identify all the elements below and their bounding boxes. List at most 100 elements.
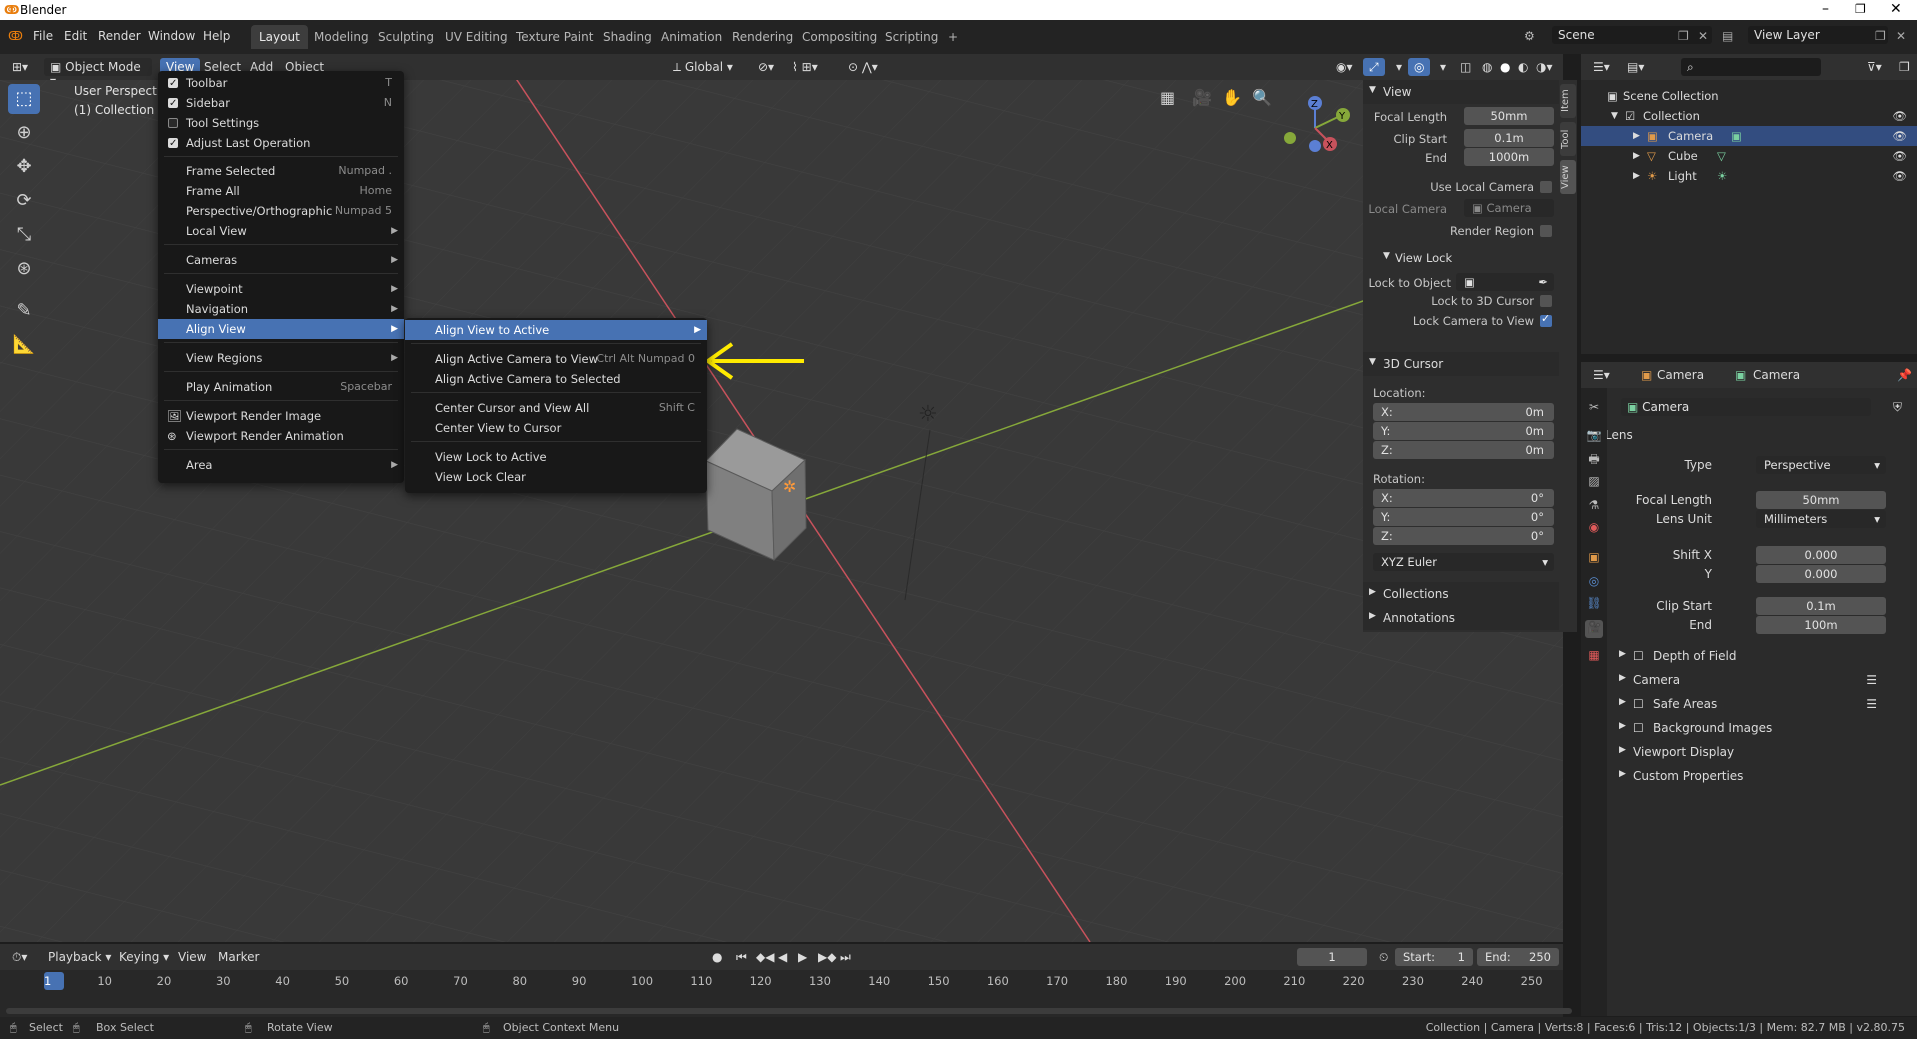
gizmo-dropdown-icon[interactable]: ▾ [1390, 58, 1408, 76]
zoom-view-icon[interactable]: 🔍 [1252, 88, 1272, 107]
snap-icon[interactable]: ⌇ ⊞▾ [786, 58, 824, 76]
sidebar-checkbox[interactable] [168, 94, 178, 114]
cursor-loc-z-field[interactable]: Z: 0m [1373, 441, 1554, 459]
proportional-icon[interactable]: ⊙ ⋀▾ [842, 58, 884, 76]
menu-file[interactable]: File [33, 29, 53, 43]
lock-camera-checkbox[interactable] [1540, 312, 1552, 327]
measure-tool[interactable]: 📐 [8, 330, 40, 360]
editor-type-icon[interactable]: ⏱▾ [6, 948, 33, 966]
tab-view[interactable]: View [1560, 160, 1576, 194]
jump-end-icon[interactable]: ⏭ [834, 948, 857, 966]
menu-item-align-view[interactable]: Align View ▶ [158, 319, 404, 339]
menu-window[interactable]: Window [148, 29, 195, 43]
tab-layout[interactable]: Layout [251, 25, 308, 49]
cursor-loc-x-field[interactable]: X: 0m [1373, 403, 1554, 421]
frame-end-field[interactable]: End: 250 [1477, 948, 1559, 966]
rendered-shading-icon[interactable]: ◑▾ [1530, 58, 1559, 76]
navigation-gizmo[interactable]: Z Y X [1270, 88, 1370, 168]
annotations-panel-header[interactable]: ▶ Annotations [1363, 606, 1559, 630]
editor-type-icon[interactable]: ☰▾ [1587, 58, 1616, 76]
maximize-button[interactable]: ❐ [1855, 2, 1866, 16]
menu-item-viewpoint[interactable]: Viewpoint ▶ [158, 279, 404, 299]
lock-to-object-field[interactable]: ▣ ✒ [1456, 273, 1554, 291]
breadcrumb-data[interactable]: Camera [1747, 366, 1806, 384]
overlay-dropdown-icon[interactable]: ▾ [1434, 58, 1452, 76]
camera-view-icon[interactable]: 🎥 [1192, 88, 1212, 107]
play-reverse-icon[interactable]: ◀ [772, 948, 793, 966]
clip-start-field[interactable]: 0.1m [1464, 129, 1554, 147]
record-icon[interactable]: ● [706, 948, 728, 966]
viewport-display-panel-header[interactable]: ▶ Viewport Display [1613, 745, 1913, 759]
render-tab-icon[interactable]: 📷 [1585, 428, 1603, 446]
safe-areas-panel-header[interactable]: ▶ ☐ Safe Areas ☰ [1613, 697, 1913, 711]
ortho-toggle-icon[interactable]: ▦ [1160, 88, 1175, 107]
tab-item[interactable]: Item [1560, 84, 1576, 118]
frame-start-field[interactable]: Start: 1 [1395, 948, 1473, 966]
menu-item-frame-selected[interactable]: Frame Selected Numpad . [158, 161, 404, 181]
outliner-search-input[interactable]: ⌕ [1681, 58, 1821, 76]
menu-item-center-view-to-cursor[interactable]: Center View to Cursor [405, 418, 707, 438]
close-button[interactable]: ✕ [1890, 1, 1902, 17]
menu-item-local-view[interactable]: Local View ▶ [158, 221, 404, 241]
menu-view[interactable]: View [172, 948, 212, 966]
object-tab-icon[interactable]: ▣ [1585, 550, 1603, 568]
cursor-tool[interactable]: ⊕ [8, 118, 40, 148]
adjust-last-checkbox[interactable] [168, 134, 178, 154]
tab-shading[interactable]: Shading [595, 25, 660, 49]
menu-item-toolbar[interactable]: ToolbarT [158, 73, 404, 94]
delete-scene-icon[interactable]: ✕ [1698, 29, 1708, 43]
xray-icon[interactable]: ◫ [1454, 58, 1477, 76]
menu-item-play-animation[interactable]: Play Animation Spacebar [158, 377, 404, 397]
menu-item-area[interactable]: Area ▶ [158, 455, 404, 475]
tool-settings-checkbox[interactable] [168, 118, 178, 128]
outliner-camera[interactable]: ▶ ▣ Camera ▣ 👁 [1581, 126, 1917, 146]
collections-panel-header[interactable]: ▶ Collections [1363, 582, 1559, 606]
view-panel-header[interactable]: ▼ View [1363, 80, 1559, 104]
menu-item-align-view-to-active[interactable]: Align View to Active ▶ [405, 320, 707, 340]
tab-uv-editing[interactable]: UV Editing [437, 25, 516, 49]
current-frame-field[interactable]: 1 [1297, 948, 1367, 966]
clip-end-field[interactable]: 100m [1756, 616, 1886, 634]
tab-rendering[interactable]: Rendering [724, 25, 801, 49]
dof-panel-header[interactable]: ▶ ☐ Depth of Field [1613, 649, 1913, 663]
clip-end-field[interactable]: 1000m [1464, 148, 1554, 166]
menu-marker[interactable]: Marker [212, 948, 265, 966]
cursor-rot-z-field[interactable]: Z: 0° [1373, 527, 1554, 545]
menu-item-render-animation[interactable]: ⊛ Viewport Render Animation [158, 426, 404, 446]
background-images-panel-header[interactable]: ▶ ☐ Background Images [1613, 721, 1913, 735]
local-camera-field[interactable]: ▣ Camera [1464, 199, 1554, 217]
tool-tab-icon[interactable]: ✂ [1585, 400, 1603, 418]
lens-panel-header[interactable]: ▼Lens [1593, 428, 1913, 442]
timeline-scrollbar[interactable] [6, 1008, 1572, 1014]
editor-type-icon[interactable]: ☰▾ [1587, 366, 1616, 384]
menu-item-tool-settings[interactable]: Tool Settings [158, 113, 404, 133]
new-collection-icon[interactable]: ❐ [1893, 58, 1916, 76]
breadcrumb-object[interactable]: Camera [1651, 366, 1710, 384]
menu-render[interactable]: Render [98, 29, 141, 43]
tab-sculpting[interactable]: Sculpting [370, 25, 442, 49]
tab-modeling[interactable]: Modeling [306, 25, 377, 49]
menu-help[interactable]: Help [203, 29, 230, 43]
menu-item-view-lock-to-active[interactable]: View Lock to Active [405, 447, 707, 467]
filter-icon[interactable]: ⊽▾ [1861, 58, 1888, 76]
pivot-icon[interactable]: ⊘▾ [752, 58, 780, 76]
output-tab-icon[interactable]: 🖶 [1585, 450, 1603, 468]
editor-type-icon[interactable]: ⊞▾ [6, 58, 34, 76]
menu-playback[interactable]: Playback ▾ [42, 948, 117, 966]
tab-compositing[interactable]: Compositing [794, 25, 885, 49]
display-mode-icon[interactable]: ▤▾ [1621, 58, 1650, 76]
tab-scripting[interactable]: Scripting [877, 25, 946, 49]
cursor-rot-x-field[interactable]: X: 0° [1373, 489, 1554, 507]
use-local-camera-checkbox[interactable] [1540, 181, 1552, 193]
cursor-rot-y-field[interactable]: Y: 0° [1373, 508, 1554, 526]
move-tool[interactable]: ✥ [8, 152, 40, 182]
new-scene-icon[interactable]: ❐ [1678, 29, 1689, 43]
shift-x-field[interactable]: 0.000 [1756, 546, 1886, 564]
pin-icon[interactable]: 📌 [1891, 366, 1917, 384]
tab-animation[interactable]: Animation [653, 25, 730, 49]
menu-item-frame-all[interactable]: Frame All Home [158, 181, 404, 201]
outliner-scene-collection[interactable]: ▣ Scene Collection [1581, 86, 1917, 106]
outliner-collection[interactable]: ▼ ☑ Collection 👁 [1581, 106, 1917, 126]
menu-item-adjust-last[interactable]: Adjust Last Operation [158, 133, 404, 154]
scale-tool[interactable]: ⤡ [8, 220, 40, 250]
